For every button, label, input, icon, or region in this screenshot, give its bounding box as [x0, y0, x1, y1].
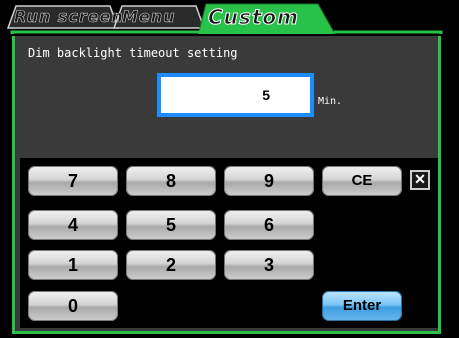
key-1[interactable]: 1: [28, 250, 118, 280]
numeric-keypad: 7 8 9 CE ✕ 4 5 6 1 2 3 0 Enter: [20, 158, 438, 328]
panel-top-edge-left: [10, 30, 200, 36]
tab-menu[interactable]: Menu: [122, 7, 176, 27]
key-4[interactable]: 4: [28, 210, 118, 240]
timeout-unit: Min.: [318, 96, 343, 107]
key-9[interactable]: 9: [224, 166, 314, 196]
timeout-value: 5: [161, 77, 310, 113]
key-3[interactable]: 3: [224, 250, 314, 280]
tab-bar: Run screen Menu Custom: [0, 0, 459, 37]
panel-top-edge-right: [334, 30, 443, 36]
key-0[interactable]: 0: [28, 291, 118, 321]
close-icon[interactable]: ✕: [410, 170, 430, 190]
key-8[interactable]: 8: [126, 166, 216, 196]
key-7[interactable]: 7: [28, 166, 118, 196]
tab-custom[interactable]: Custom: [208, 5, 299, 30]
enter-button[interactable]: Enter: [322, 291, 402, 321]
clear-entry-button[interactable]: CE: [322, 166, 402, 196]
key-6[interactable]: 6: [224, 210, 314, 240]
key-2[interactable]: 2: [126, 250, 216, 280]
timeout-value-field[interactable]: 5: [157, 73, 314, 117]
tab-run-screen[interactable]: Run screen: [14, 7, 124, 27]
key-5[interactable]: 5: [126, 210, 216, 240]
setting-title: Dim backlight timeout setting: [28, 46, 238, 60]
